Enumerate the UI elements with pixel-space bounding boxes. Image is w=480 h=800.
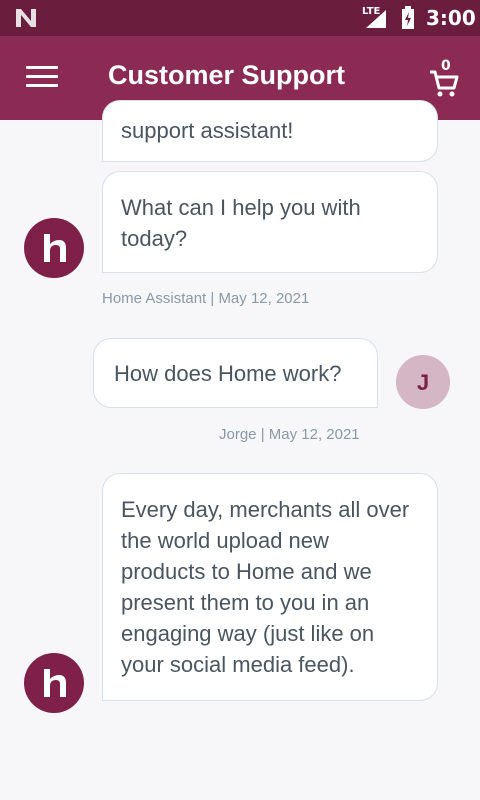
home-logo-icon xyxy=(44,234,66,262)
status-bar: LTE 3:00 xyxy=(0,0,480,36)
message-meta: Home Assistant | May 12, 2021 xyxy=(102,290,310,307)
battery-charging-icon xyxy=(402,6,414,29)
message-text: How does Home work? xyxy=(114,361,342,386)
menu-icon[interactable] xyxy=(26,66,58,90)
bot-avatar xyxy=(24,218,84,278)
message-text: Every day, merchants all over the world … xyxy=(121,497,410,677)
message-meta: Jorge | May 12, 2021 xyxy=(219,426,360,443)
n-logo-icon xyxy=(16,9,36,27)
message-bubble: What can I help you with today? xyxy=(102,171,438,273)
bot-avatar xyxy=(24,653,84,713)
home-logo-icon xyxy=(44,669,66,697)
cart-count-badge: 0 xyxy=(441,58,451,74)
user-avatar: J xyxy=(396,355,450,409)
message-bubble: Every day, merchants all over the world … xyxy=(102,473,438,701)
cart-button[interactable]: 0 xyxy=(426,58,466,98)
clock: 3:00 xyxy=(426,6,476,30)
lte-signal-icon xyxy=(366,10,386,28)
message-text: What can I help you with today? xyxy=(121,195,361,251)
page-title: Customer Support xyxy=(108,60,346,90)
message-bubble: How does Home work? xyxy=(93,338,378,408)
message-bubble: support assistant! xyxy=(102,100,438,162)
message-text: support assistant! xyxy=(121,118,294,143)
